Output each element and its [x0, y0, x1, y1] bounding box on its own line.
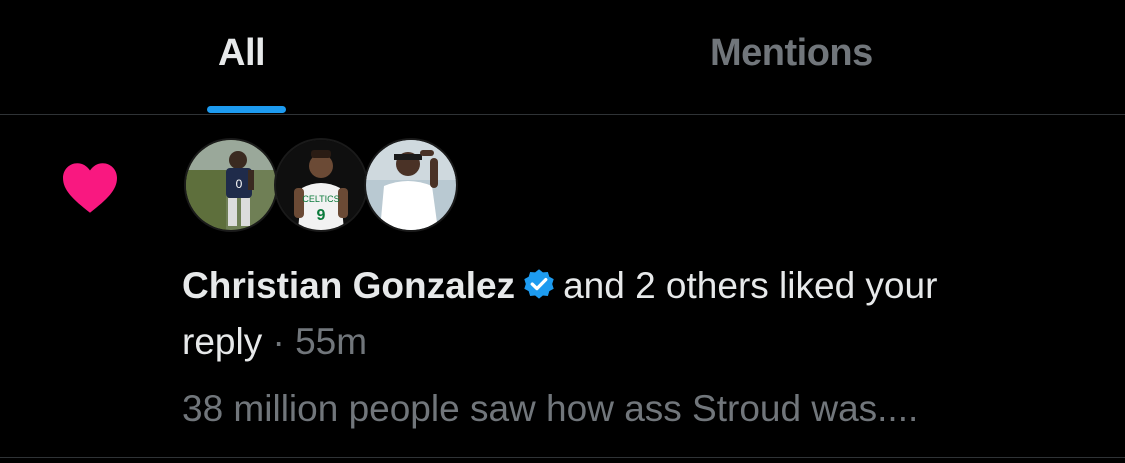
reply-preview: 38 million people saw how ass Stroud was…	[182, 388, 919, 429]
notification-text-line-2: reply · 55m	[182, 320, 367, 364]
separator-dot: ·	[262, 321, 296, 362]
tab-mentions-label: Mentions	[710, 32, 873, 74]
action-text: and 2 others liked your	[563, 265, 938, 306]
avatar[interactable]	[364, 138, 458, 232]
tab-all-label: All	[218, 32, 266, 74]
heart-icon	[63, 163, 117, 213]
avatar[interactable]: 0	[184, 138, 278, 232]
avatar[interactable]: CELTICS 9	[274, 138, 368, 232]
verified-badge-icon	[524, 269, 554, 299]
tab-all[interactable]: All	[0, 0, 492, 114]
timestamp: 55m	[295, 321, 368, 362]
tab-mentions[interactable]: Mentions	[492, 0, 1125, 114]
svg-text:CELTICS: CELTICS	[302, 194, 339, 204]
active-tab-indicator	[207, 106, 286, 113]
actor-name[interactable]: Christian Gonzalez	[182, 265, 515, 306]
notifications-tab-bar: All Mentions	[0, 0, 1125, 115]
svg-text:0: 0	[236, 177, 243, 191]
notification-text-line-1: Christian Gonzalez and 2 others liked yo…	[182, 264, 937, 308]
svg-text:9: 9	[317, 207, 326, 224]
action-object: reply	[182, 321, 263, 362]
